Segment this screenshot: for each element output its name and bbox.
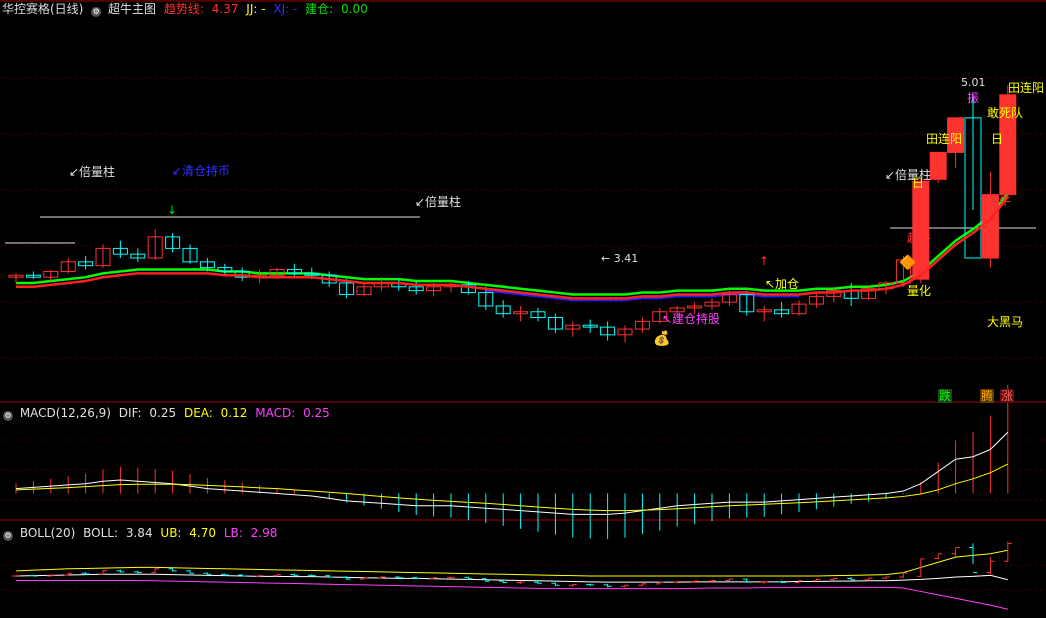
macd-header: ⚙ MACD(12,26,9) DIF: 0.25 DEA: 0.12 MACD…: [0, 404, 334, 422]
signal-die: 跌: [938, 389, 953, 403]
annotation-dahei: 大黑马: [987, 315, 1024, 329]
lb-value: 2.98: [250, 526, 278, 540]
candle-body: [929, 151, 947, 180]
boll-lb-line: [16, 579, 1008, 610]
annotation-gansidui: 敢死队: [987, 106, 1024, 120]
annotation-tianlianyang-2: 田连阳: [1008, 81, 1045, 95]
macd-dif-line: [15, 431, 1009, 515]
main-header: 华控赛格(日线) ⚙ 超牛主图 趋势线: 4.37 JJ: - XJ: - 建仓…: [0, 0, 372, 18]
annotation-beiliangzhu-1: ↙倍量柱: [69, 165, 116, 179]
red-up-arrow-icon: ↑: [759, 254, 770, 268]
money-bag-icon: 💰: [653, 331, 671, 347]
trend-value: 4.37: [211, 2, 239, 16]
boll-header: ⚙ BOLL(20) BOLL: 3.84 UB: 4.70 LB: 2.98: [0, 524, 281, 542]
macd-value: 0.25: [303, 406, 330, 420]
annotation-ri-1: 日: [912, 176, 925, 190]
boll-settings-icon[interactable]: ⚙: [3, 531, 13, 541]
dif-label: DIF:: [118, 406, 142, 420]
annotation-jiacang: ↖加仓: [765, 277, 800, 291]
chart-svg: [0, 0, 1046, 610]
macd-dea-line: [15, 463, 1009, 512]
boll-panel: [12, 541, 1012, 610]
dea-value: 0.12: [220, 406, 248, 420]
trend-line: [16, 195, 1009, 300]
boll-label: BOLL:: [83, 526, 119, 540]
annotation-chaoniu-1: 超牛: [907, 231, 932, 245]
settings-icon[interactable]: ⚙: [91, 7, 102, 17]
boll-ub-line: [15, 549, 1008, 577]
dif-value: 0.25: [149, 406, 177, 420]
annotation-beiliangzhu-2: ↙倍量柱: [415, 195, 462, 209]
dea-label: DEA:: [183, 406, 213, 420]
annotation-zhen: 振: [967, 91, 980, 105]
macd-label: MACD:: [255, 406, 296, 420]
annotation-tianlianyang-1: 田连阳: [926, 132, 963, 146]
xj-label: XJ: -: [273, 2, 298, 16]
macd-settings-icon[interactable]: ⚙: [3, 411, 13, 421]
green-down-arrow-icon: ↓: [167, 203, 178, 217]
jc-label: 建仓:: [305, 2, 334, 16]
jc-value: 0.00: [341, 2, 368, 16]
annotation-chaoniu-2: 超牛: [987, 194, 1012, 208]
annotation-lianghua: 量化: [907, 284, 932, 298]
signal-zhang: 涨: [1000, 389, 1015, 403]
candlestick-panel: [8, 85, 1017, 343]
layers-icon: 🔶: [899, 255, 917, 271]
chart-stage: [0, 0, 1046, 615]
signal-teng: 腾: [980, 389, 995, 403]
boll-value: 3.84: [125, 526, 153, 540]
boll-name[interactable]: BOLL(20): [20, 526, 75, 540]
lb-label: LB:: [223, 526, 243, 540]
annotation-qingcang: ↙清仓持币: [172, 164, 231, 178]
annotation-jiancang: ↖建仓持股: [662, 312, 721, 326]
trend-label: 趋势线:: [163, 2, 204, 16]
stock-title[interactable]: 华控赛格(日线): [2, 2, 83, 16]
macd-name[interactable]: MACD(12,26,9): [20, 406, 111, 420]
annotation-ri-2: 日: [991, 132, 1004, 146]
jj-label: JJ: -: [246, 2, 266, 16]
annotation-low-price: ← 3.41: [601, 252, 639, 265]
ub-label: UB:: [160, 526, 182, 540]
annotation-high-price: 5.01: [961, 76, 986, 89]
ub-value: 4.70: [189, 526, 217, 540]
indicator-name[interactable]: 超牛主图: [108, 2, 156, 16]
green-support-line: [16, 191, 1009, 296]
